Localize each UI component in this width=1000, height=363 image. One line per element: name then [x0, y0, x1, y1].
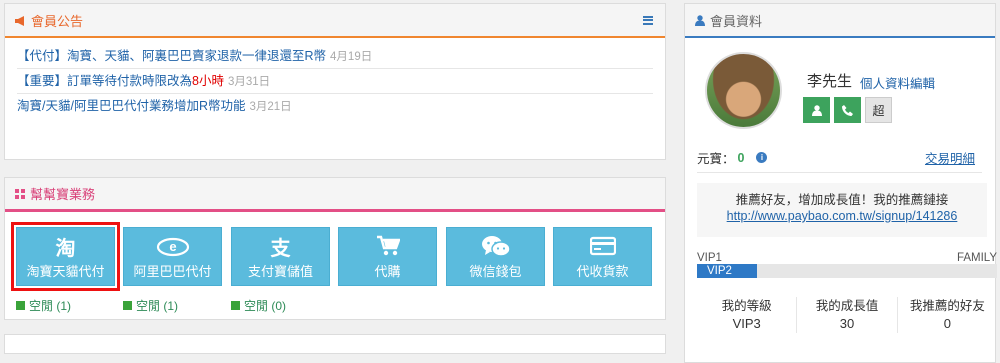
service-label: 阿里巴巴代付 — [133, 264, 212, 279]
stat-level: 我的等級 VIP3 — [697, 297, 798, 333]
stat-value: VIP3 — [732, 316, 761, 331]
vip-labels: VIP1 FAMILY — [697, 252, 997, 264]
announcement-link[interactable]: 【代付】淘寶、天貓、阿裏巴巴賣家退款一律退還至R幣 — [17, 49, 326, 63]
status-indicator — [16, 301, 25, 310]
list-item[interactable]: 淘寶/天貓/阿里巴巴代付業務增加R幣功能 3月21日 — [17, 94, 653, 119]
ingot-row: 元寶： 0 i 交易明細 — [697, 143, 982, 173]
member-title: 會員資料 — [710, 13, 763, 29]
menu-icon[interactable] — [643, 15, 653, 25]
stat-growth: 我的成長值 30 — [797, 297, 898, 333]
business-title: 幫幫寶業務 — [30, 187, 96, 202]
member-header: 會員資料 — [685, 4, 995, 38]
service-label: 代購 — [374, 264, 401, 279]
ingot-label: 元寶： — [697, 152, 735, 166]
stat-value: 0 — [943, 316, 951, 331]
phone-button[interactable] — [834, 97, 861, 123]
stat-label: 我推薦的好友 — [909, 299, 985, 313]
service-label: 代收貨款 — [576, 264, 629, 279]
business-header: 幫幫寶業務 — [5, 178, 665, 212]
service-label: 微信錢包 — [469, 264, 522, 279]
service-purchase-button[interactable]: 代購 — [338, 227, 437, 286]
wechat-icon — [481, 233, 511, 259]
referral-text: 推薦好友，增加成長值！我的推薦鏈接 — [735, 193, 949, 207]
status-indicator — [231, 301, 240, 310]
referral-box: 推薦好友，增加成長值！我的推薦鏈接 http://www.paybao.com.… — [697, 183, 987, 237]
stat-value: 30 — [839, 316, 855, 331]
card-icon — [589, 233, 616, 259]
status-badge: 空閒 (1) — [123, 297, 178, 314]
list-item[interactable]: 【重要】訂單等待付款時限改為8小時 3月31日 — [17, 69, 653, 94]
stat-referrals: 我推薦的好友 0 — [898, 297, 997, 333]
super-button[interactable]: 超 — [865, 97, 892, 123]
service-alipay-button[interactable]: 支 支付寶儲值 — [231, 227, 330, 286]
cart-icon — [376, 233, 400, 259]
announcement-link[interactable]: 【重要】訂單等待付款時限改為 — [17, 74, 192, 88]
list-item[interactable]: 【代付】淘寶、天貓、阿裏巴巴賣家退款一律退還至R幣 4月19日 — [17, 44, 653, 69]
service-alibaba-button[interactable]: e 阿里巴巴代付 — [123, 227, 222, 286]
stat-label: 我的等級 — [721, 299, 772, 313]
announcement-date: 3月21日 — [249, 101, 292, 113]
svg-text:e: e — [169, 239, 176, 254]
avatar — [705, 52, 782, 129]
announcement-title: 會員公告 — [31, 13, 84, 29]
service-label: 支付寶儲值 — [247, 264, 313, 279]
member-stats: 我的等級 VIP3 我的成長值 30 我推薦的好友 0 — [697, 297, 997, 333]
status-indicator — [123, 301, 132, 310]
alibaba-icon: e — [155, 233, 191, 259]
announcement-list: 【代付】淘寶、天貓、阿裏巴巴賣家退款一律退還至R幣 4月19日 【重要】訂單等待付… — [5, 38, 665, 119]
announcement-date: 4月19日 — [330, 51, 373, 63]
announcement-header: 會員公告 — [5, 4, 665, 38]
service-label: 淘寶天貓代付 — [26, 264, 105, 279]
service-wechat-button[interactable]: 微信錢包 — [446, 227, 545, 286]
vip-end-label: FAMILY — [956, 252, 997, 264]
user-icon — [695, 14, 705, 26]
info-icon[interactable]: i — [756, 152, 768, 163]
member-name: 李先生 — [807, 73, 853, 90]
edit-profile-link[interactable]: 個人資料編輯 — [860, 73, 935, 92]
phone-icon — [842, 104, 853, 116]
status-badge: 空閒 (0) — [231, 297, 286, 314]
grid-icon — [15, 188, 25, 199]
vip-progress-bar: VIP2 — [697, 264, 997, 278]
service-collection-button[interactable]: 代收貨款 — [553, 227, 652, 286]
announcement-link[interactable]: 淘寶/天貓/阿里巴巴代付業務增加R幣功能 — [17, 99, 245, 113]
user-icon — [811, 104, 822, 116]
announcement-panel: 會員公告 【代付】淘寶、天貓、阿裏巴巴賣家退款一律退還至R幣 4月19日 【重要】… — [4, 3, 666, 160]
transactions-link[interactable]: 交易明細 — [925, 148, 975, 167]
stat-label: 我的成長值 — [815, 299, 879, 313]
profile-button[interactable] — [803, 97, 830, 123]
bottom-panel — [4, 334, 666, 354]
ingot-value: 0 — [737, 150, 745, 165]
service-taobao-button[interactable]: 淘 淘寶天貓代付 — [11, 222, 120, 291]
megaphone-icon — [15, 16, 24, 26]
referral-link[interactable]: http://www.paybao.com.tw/signup/141286 — [727, 209, 958, 223]
vip-progress-fill: VIP2 — [697, 264, 757, 278]
vip-start-label: VIP1 — [697, 252, 722, 264]
announcement-date: 3月31日 — [227, 76, 271, 88]
alipay-icon: 支 — [270, 237, 291, 260]
taobao-icon: 淘 — [55, 237, 76, 260]
announcement-highlight[interactable]: 8小時 — [192, 74, 224, 88]
status-badge: 空閒 (1) — [16, 297, 71, 314]
